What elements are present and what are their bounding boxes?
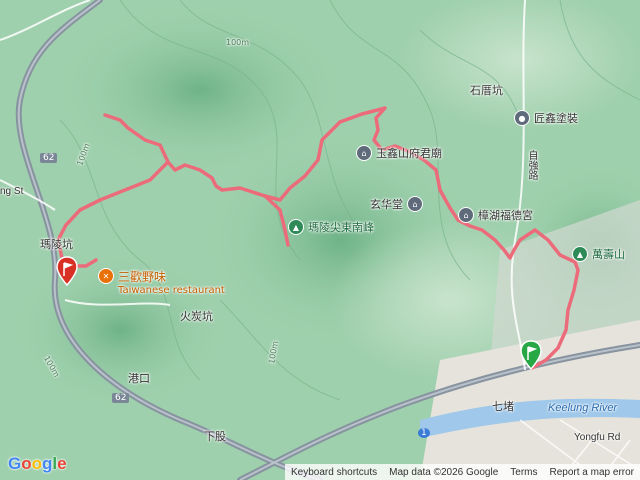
terms-link[interactable]: Terms [510,467,537,478]
park-icon: ▲ [288,219,304,235]
pin-icon: ● [514,110,530,126]
road-label-yongfu: Yongfu Rd [574,432,621,443]
temple-icon: ⌂ [356,145,372,161]
temple-icon: ⌂ [407,196,423,212]
road-shield-62: 62 [40,153,58,163]
road-label-ziqiang: 自強路 [526,150,537,180]
poi-jiangxin[interactable]: ● 匠鑫塗裝 [514,110,578,126]
keyboard-shortcuts-link[interactable]: Keyboard shortcuts [291,467,377,478]
poi-yuxin[interactable]: ⌂ 玉鑫山府君廟 [356,145,442,161]
temple-icon: ⌂ [458,207,474,223]
place-label-shiqi: 石厝坑 [470,84,503,97]
poi-wanshou[interactable]: ▲ 萬壽山 [572,246,625,262]
poi-sangeyewei[interactable]: ✕ 三歡野味 Taiwanese restaurant [98,268,225,296]
poi-maling-peak[interactable]: ▲ 瑪陵尖東南峰 [288,219,374,235]
terrain-layer [0,0,640,480]
place-label-xiagu: 下股 [204,430,226,443]
road-label-st: ng St [0,186,24,197]
end-marker-icon[interactable] [56,256,78,286]
contour-label: 100m [226,38,250,47]
google-logo: Google [8,454,67,473]
start-marker-icon[interactable] [520,340,542,370]
poi-zhanghu[interactable]: ⌂ 樟湖福德宮 [458,207,533,223]
place-label-malingkeng: 瑪陵坑 [40,238,73,251]
place-label-qidu: 七堵 [492,400,514,413]
map-footer: Keyboard shortcuts Map data ©2026 Google… [284,464,640,480]
place-label-gangkou: 港口 [128,372,150,385]
poi-xuanhua[interactable]: 玄华堂 ⌂ [370,196,423,212]
park-icon: ▲ [572,246,588,262]
map-canvas[interactable]: 石厝坑 瑪陵坑 火炭坑 港口 下股 七堵 自強路 100m 100m 100m … [0,0,640,480]
place-label-huotan: 火炭坑 [180,310,213,323]
map-data-text: Map data ©2026 Google [389,466,499,478]
restaurant-icon: ✕ [98,268,114,284]
road-shield-1: 1 [418,428,430,438]
road-shield-62: 62 [112,393,130,403]
report-error-link[interactable]: Report a map error [550,467,634,478]
river-label: Keelung River [548,402,618,414]
